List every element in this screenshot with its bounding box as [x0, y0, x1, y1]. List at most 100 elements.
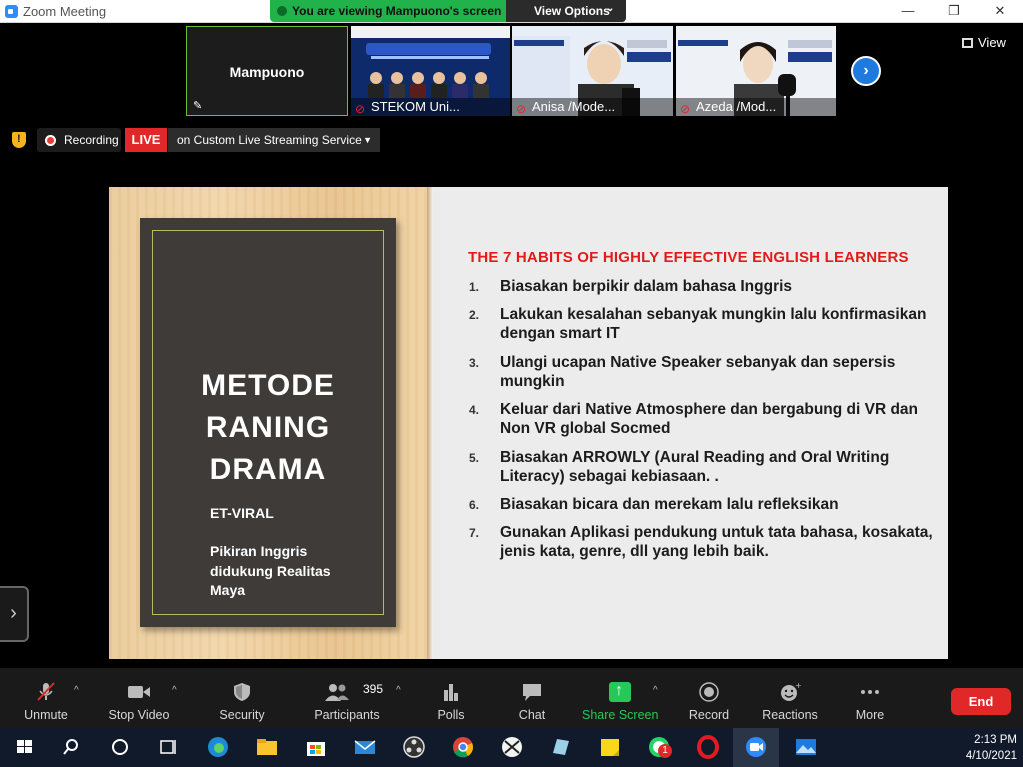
share-screen-icon: [609, 682, 631, 702]
chat-bubble-icon: [523, 684, 541, 701]
mail-icon[interactable]: [352, 735, 378, 759]
emoji-add-icon: +: [781, 682, 801, 701]
muted-mic-icon: ⊘: [680, 102, 691, 116]
screen-share-banner: You are viewing Mampuono's screen: [270, 0, 506, 22]
share-indicator-icon: [277, 6, 287, 16]
view-button[interactable]: View: [962, 35, 1006, 50]
chat-button[interactable]: Chat: [507, 668, 557, 728]
video-camera-icon: [128, 686, 150, 698]
windows-taskbar: 1 2:13 PM 4/10/2021: [0, 728, 1023, 767]
stop-video-label: Stop Video: [108, 708, 170, 722]
participant-label: ⊘ Azeda /Mod...: [676, 98, 836, 116]
item-number: 7.: [469, 526, 480, 540]
share-options-caret[interactable]: ^: [653, 668, 663, 728]
reactions-button[interactable]: + Reactions: [760, 668, 820, 728]
system-clock[interactable]: 2:13 PM 4/10/2021: [966, 732, 1017, 764]
video-options-caret[interactable]: ^: [172, 668, 182, 728]
share-screen-label: Share Screen: [582, 708, 659, 722]
maximize-button[interactable]: ❐: [931, 0, 977, 22]
chat-label: Chat: [518, 708, 546, 722]
item-text: Biasakan bicara dan merekam lalu refleks…: [500, 496, 839, 513]
file-explorer-icon[interactable]: [254, 735, 280, 759]
svg-text:+: +: [795, 682, 801, 690]
security-shield-icon[interactable]: [12, 132, 26, 148]
polls-label: Polls: [437, 708, 465, 722]
participants-button[interactable]: 395 Participants: [310, 668, 384, 728]
item-number: 2.: [469, 308, 480, 322]
participant-name: Azeda /Mod...: [696, 99, 777, 114]
sticky-notes-icon[interactable]: [597, 735, 623, 759]
reactions-label: Reactions: [762, 708, 818, 722]
unmute-label: Unmute: [24, 708, 68, 722]
search-icon[interactable]: [58, 735, 84, 759]
view-options-button[interactable]: View Options ⌄: [506, 0, 626, 22]
chevron-down-icon: ⌄: [606, 3, 615, 14]
whatsapp-notification-badge: 1: [658, 744, 672, 758]
expand-panel-arrow-icon[interactable]: ›: [0, 586, 29, 642]
next-page-arrow-icon[interactable]: ›: [851, 56, 881, 86]
participant-tile-azeda[interactable]: ⊘ Azeda /Mod...: [676, 26, 836, 116]
item-text: Gunakan Aplikasi pendukung untuk tata ba…: [500, 524, 933, 560]
caret-up-icon: ^: [74, 685, 79, 696]
chrome-icon[interactable]: [450, 735, 476, 759]
minimize-button[interactable]: —: [885, 0, 931, 22]
slide-heading: THE 7 HABITS OF HIGHLY EFFECTIVE ENGLISH…: [468, 249, 909, 266]
participant-tile-anisa[interactable]: ⊘ Anisa /Mode...: [512, 26, 673, 116]
recording-indicator[interactable]: Recording: [37, 128, 121, 152]
windows-start-icon[interactable]: [12, 735, 38, 759]
board-subtitle: ET-VIRAL: [210, 505, 274, 521]
live-stream-label: on Custom Live Streaming Service: [177, 133, 362, 147]
caret-up-icon: ^: [653, 685, 658, 696]
photos-icon[interactable]: [793, 735, 819, 759]
obs-icon[interactable]: [401, 735, 427, 759]
shield-icon: [234, 683, 250, 701]
cortana-icon[interactable]: [107, 735, 133, 759]
notes-app-icon[interactable]: [548, 735, 574, 759]
participant-tile-stekom[interactable]: ⊘ STEKOM Uni...: [351, 26, 510, 116]
stop-video-button[interactable]: Stop Video: [106, 668, 172, 728]
view-label: View: [978, 35, 1006, 50]
view-options-label: View Options: [534, 4, 610, 18]
polls-button[interactable]: Polls: [426, 668, 476, 728]
muted-microphone-icon: [37, 682, 55, 701]
participant-strip: Mampuono ✎ ⊘ STEKOM Uni... ⊘ Anisa /Mode…: [0, 23, 1023, 183]
participant-label: ⊘ STEKOM Uni...: [351, 98, 510, 116]
unmute-button[interactable]: Unmute: [16, 668, 76, 728]
item-text: Biasakan ARROWLY (Aural Reading and Oral…: [500, 449, 890, 485]
live-stream-dropdown[interactable]: on Custom Live Streaming Service ▼: [168, 128, 380, 152]
clock-time: 2:13 PM: [974, 734, 1017, 746]
more-label: More: [855, 708, 885, 722]
muted-mic-icon: ⊘: [355, 102, 366, 116]
participant-name: STEKOM Uni...: [371, 99, 460, 114]
participants-label: Participants: [314, 708, 380, 722]
bar-chart-icon: [444, 684, 458, 701]
audio-options-caret[interactable]: ^: [74, 668, 84, 728]
grid-view-icon: [962, 38, 973, 48]
title-bar: Zoom Meeting You are viewing Mampuono's …: [0, 0, 1023, 23]
more-button[interactable]: More: [845, 668, 895, 728]
share-screen-button[interactable]: Share Screen: [582, 668, 658, 728]
security-button[interactable]: Security: [212, 668, 272, 728]
record-label: Record: [688, 708, 730, 722]
zoom-app-icon[interactable]: [743, 735, 769, 759]
task-view-icon[interactable]: [155, 735, 181, 759]
close-button[interactable]: ✕: [977, 0, 1023, 22]
title-board: METODE RANING DRAMA ET-VIRAL Pikiran Ing…: [140, 218, 396, 627]
meeting-toolbar: Unmute ^ Stop Video ^ Security 395 Parti…: [0, 668, 1023, 728]
opera-icon[interactable]: [695, 735, 721, 759]
item-number: 6.: [469, 498, 480, 512]
record-icon: [699, 682, 719, 702]
self-video-tile[interactable]: Mampuono ✎: [186, 26, 348, 116]
board-description: Pikiran Inggris didukung Realitas Maya: [210, 543, 331, 598]
store-icon[interactable]: [303, 735, 329, 759]
muted-mic-icon: ✎: [193, 100, 203, 112]
edge-browser-icon[interactable]: [205, 735, 231, 759]
item-number: 3.: [469, 356, 480, 370]
record-button[interactable]: Record: [684, 668, 734, 728]
participant-count: 395: [363, 682, 384, 696]
participant-label: ⊘ Anisa /Mode...: [512, 98, 673, 116]
end-meeting-button[interactable]: End: [951, 688, 1011, 715]
xbox-icon[interactable]: [499, 735, 525, 759]
participants-options-caret[interactable]: ^: [396, 668, 406, 728]
participant-name: Anisa /Mode...: [532, 99, 616, 114]
